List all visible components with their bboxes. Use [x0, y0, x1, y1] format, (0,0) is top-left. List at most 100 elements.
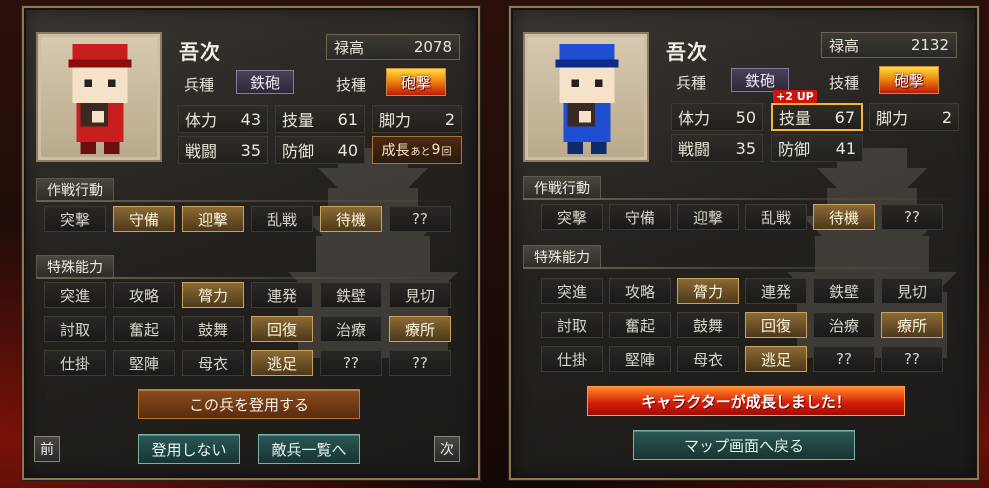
soldier-sprite-blue — [555, 44, 619, 154]
stat-skill: 技量 61 — [275, 105, 365, 133]
abilities-header: 特殊能力 — [36, 255, 114, 279]
decline-button[interactable]: 登用しない — [138, 434, 240, 464]
tech-type-label: 技種 — [336, 76, 367, 94]
stat-attack-value: 35 — [240, 140, 261, 160]
stat-hp-label: 体力 — [678, 109, 711, 128]
growth-suffix: 回 — [441, 146, 452, 158]
abilities-cell: 仕掛 — [541, 346, 603, 372]
stat-hp: 体力 50 — [671, 103, 763, 131]
abilities-cell: 鼓舞 — [182, 316, 244, 342]
salary-box: 禄高 2078 — [326, 34, 460, 60]
tactics-cell: 乱戦 — [745, 204, 807, 230]
tactics-cell: 守備 — [113, 206, 175, 232]
abilities-cell: 回復 — [745, 312, 807, 338]
stat-attack: 戦闘 35 — [671, 134, 763, 162]
stat-skill-highlighted: 技量 67 — [771, 103, 863, 131]
abilities-cell: 連発 — [745, 278, 807, 304]
abilities-cell: 膂力 — [677, 278, 739, 304]
abilities-cell: 攻略 — [609, 278, 671, 304]
stat-defense-label: 防御 — [282, 142, 315, 161]
salary-label: 禄高 — [829, 36, 860, 55]
abilities-cell: 鼓舞 — [677, 312, 739, 338]
enemy-soldier-panel: 吾次 禄高 2078 兵種 鉄砲 技種 砲撃 体力 43 技量 61 脚力 2 … — [21, 5, 481, 481]
stat-defense-label: 防御 — [778, 140, 811, 159]
enemy-list-button[interactable]: 敵兵一覧へ — [258, 434, 360, 464]
tactics-cell: 迎撃 — [677, 204, 739, 230]
abilities-divider — [523, 267, 965, 269]
soldier-name: 吾次 — [666, 40, 708, 64]
stat-up-badge: +2 UP — [773, 90, 817, 103]
abilities-cell: ?? — [813, 346, 875, 372]
abilities-cell: 鉄壁 — [320, 282, 382, 308]
recruit-button[interactable]: この兵を登用する — [138, 389, 360, 419]
stat-defense: 防御 40 — [275, 136, 365, 164]
stat-attack: 戦闘 35 — [178, 136, 268, 164]
stat-hp-value: 43 — [240, 109, 261, 129]
abilities-header: 特殊能力 — [523, 245, 601, 269]
tactics-divider — [36, 200, 466, 202]
tactics-cell: ?? — [881, 204, 943, 230]
abilities-cell: ?? — [320, 350, 382, 376]
abilities-cell: 治療 — [813, 312, 875, 338]
abilities-cell: 討取 — [44, 316, 106, 342]
abilities-cell: 堅陣 — [609, 346, 671, 372]
growth-prefix: 成長 — [381, 143, 410, 159]
unit-type-value: 鉄砲 — [236, 70, 294, 94]
abilities-cell: 療所 — [881, 312, 943, 338]
abilities-cell: 逃足 — [251, 350, 313, 376]
soldier-portrait — [523, 32, 649, 162]
stat-speed: 脚力 2 — [372, 105, 462, 133]
abilities-divider — [36, 277, 466, 279]
tactics-cell: 守備 — [609, 204, 671, 230]
growth-count: 9 — [431, 142, 441, 158]
soldier-sprite-red — [68, 44, 132, 154]
tactics-cell: ?? — [389, 206, 451, 232]
tactics-cell: 待機 — [320, 206, 382, 232]
abilities-cell: 見切 — [389, 282, 451, 308]
abilities-cell: 鉄壁 — [813, 278, 875, 304]
soldier-portrait — [36, 32, 162, 162]
return-to-map-button[interactable]: マップ画面へ戻る — [633, 430, 855, 460]
stat-speed-label: 脚力 — [379, 111, 412, 130]
stat-speed-value: 2 — [444, 109, 455, 129]
stat-speed-value: 2 — [941, 107, 952, 127]
abilities-cell: 母衣 — [182, 350, 244, 376]
salary-box: 禄高 2132 — [821, 32, 957, 58]
abilities-cell: 治療 — [320, 316, 382, 342]
stat-skill-value: 67 — [834, 107, 855, 127]
stat-speed-label: 脚力 — [876, 109, 909, 128]
stat-attack-value: 35 — [735, 138, 756, 158]
abilities-cell: ?? — [881, 346, 943, 372]
tactics-cell: 乱戦 — [251, 206, 313, 232]
stat-defense-value: 41 — [835, 138, 856, 158]
salary-value: 2132 — [910, 36, 949, 54]
stat-attack-label: 戦闘 — [185, 142, 218, 161]
tactics-cell: 突撃 — [44, 206, 106, 232]
abilities-cell: 仕掛 — [44, 350, 106, 376]
soldier-name: 吾次 — [179, 40, 221, 64]
next-button[interactable]: 次 — [434, 436, 460, 462]
stat-hp: 体力 43 — [178, 105, 268, 133]
tactics-cell: 迎撃 — [182, 206, 244, 232]
stat-hp-label: 体力 — [185, 111, 218, 130]
tactics-header: 作戦行動 — [36, 178, 114, 202]
stat-hp-value: 50 — [735, 107, 756, 127]
stat-defense: 防御 41 — [771, 134, 863, 162]
stat-skill-label: 技量 — [282, 111, 315, 130]
stat-attack-label: 戦闘 — [678, 140, 711, 159]
unit-type-label: 兵種 — [184, 76, 215, 94]
abilities-cell: ?? — [389, 350, 451, 376]
abilities-cell: 堅陣 — [113, 350, 175, 376]
stat-skill-value: 61 — [337, 109, 358, 129]
unit-type-label: 兵種 — [676, 74, 707, 92]
prev-button[interactable]: 前 — [34, 436, 60, 462]
abilities-cell: 連発 — [251, 282, 313, 308]
abilities-cell: 逃足 — [745, 346, 807, 372]
stat-speed: 脚力 2 — [869, 103, 959, 131]
salary-label: 禄高 — [334, 38, 365, 57]
growth-mid: あと — [410, 146, 431, 158]
tech-type-value: 砲撃 — [386, 68, 446, 96]
tactics-header: 作戦行動 — [523, 176, 601, 200]
abilities-cell: 突進 — [541, 278, 603, 304]
tactics-divider — [523, 198, 965, 200]
